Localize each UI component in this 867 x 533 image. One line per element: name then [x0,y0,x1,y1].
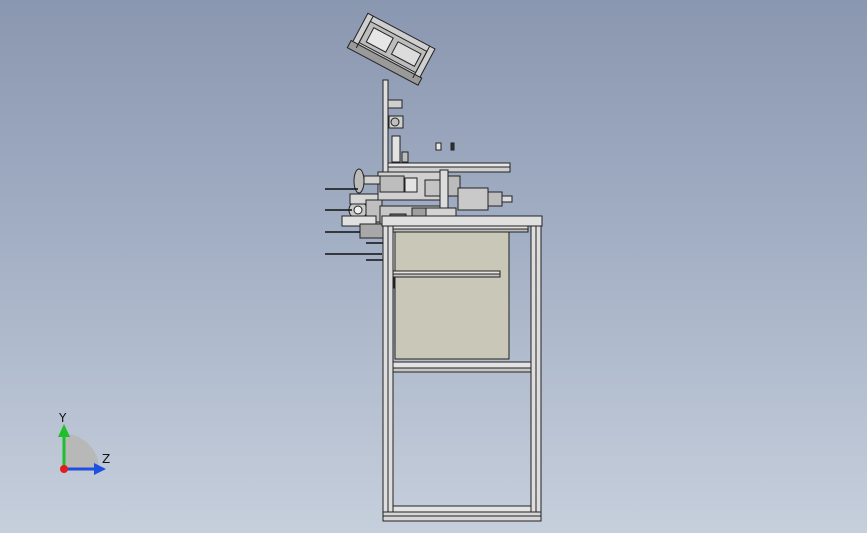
floating-tray-part[interactable] [346,12,436,86]
3d-viewport[interactable]: Y Z [0,0,867,533]
sensor-marks [435,142,455,151]
z-axis-label: Z [102,452,110,466]
x-axis-origin [60,465,68,473]
triad-quadrant [64,434,99,469]
top-rail[interactable] [387,162,511,173]
y-axis-label: Y [58,411,67,425]
y-axis-arrowhead [58,424,70,437]
orientation-triad[interactable]: Y Z [40,410,120,480]
shelf-rail[interactable] [387,270,501,278]
machine-assembly-model[interactable] [0,0,867,533]
back-panel[interactable] [394,231,510,360]
